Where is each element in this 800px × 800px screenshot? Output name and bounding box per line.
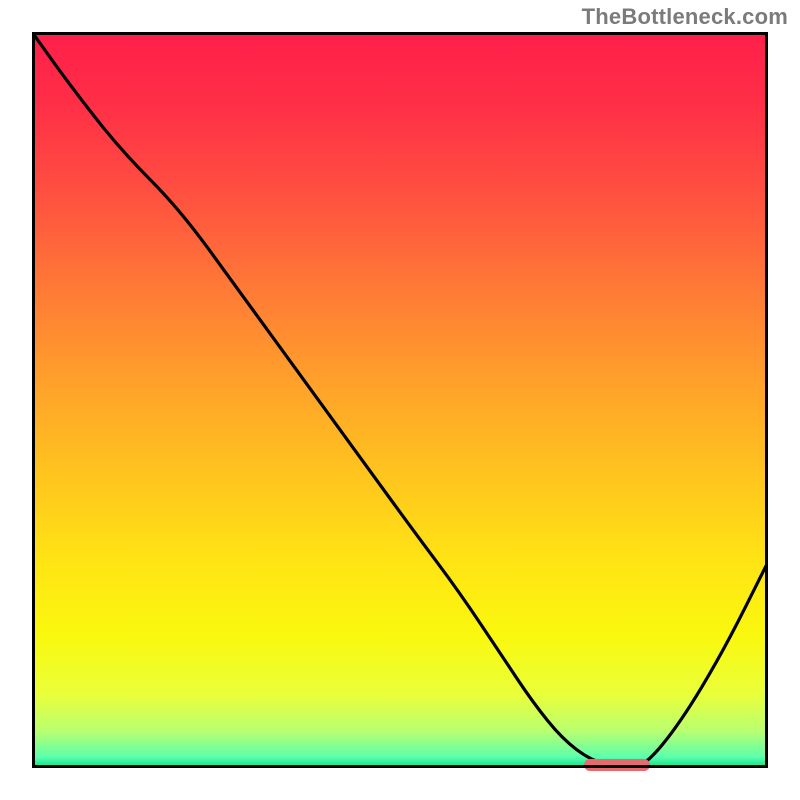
chart-container: TheBottleneck.com [0,0,800,800]
bottleneck-curve [32,32,768,768]
plot-area [32,32,768,768]
watermark-text: TheBottleneck.com [582,4,788,30]
optimal-range-marker [584,759,650,771]
